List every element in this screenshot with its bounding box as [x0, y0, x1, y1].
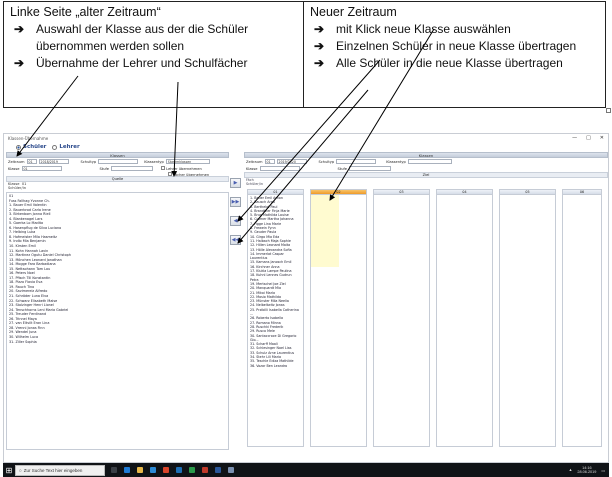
radio-icon [16, 144, 21, 150]
lehrer-uebernehmen-checkbox[interactable]: Lehrer übernehmen [160, 166, 202, 171]
arrow-right-icon: ➔ [14, 22, 25, 36]
annotation-left-item: ➔ Auswahl der Klasse aus der die Schüler … [10, 21, 297, 55]
faecher-uebernehmen-checkbox[interactable]: Fächer übernehmen [168, 171, 209, 177]
source-schultyp-select[interactable] [98, 159, 139, 164]
window-controls: — □ ✕ [572, 135, 604, 141]
taskbar-apps [111, 467, 234, 473]
transfer-all-button[interactable]: ▶▶ [230, 197, 241, 207]
arrow-right-icon: ➔ [314, 22, 325, 36]
search-icon: ○ [19, 467, 22, 473]
word-icon[interactable] [215, 467, 221, 473]
annotation-right-item: ➔ mit Klick neue Klasse auswählen [310, 21, 599, 38]
target-zeitraum-to[interactable]: 2019/2020 [276, 159, 307, 164]
double-arrow-right-icon: ▶▶ [231, 199, 240, 205]
taskbar: ⊞ ○ Zur Suche Text hier eingeben ▲ 14:16 … [3, 463, 609, 477]
annotation-left: Linke Seite „alter Zeitraum“ ➔ Auswahl de… [4, 2, 304, 107]
target-schultyp-select[interactable] [336, 159, 377, 164]
list-item[interactable]: 14. Immerlat Caspar Laurentius [250, 252, 301, 261]
source-zeitraum-to[interactable]: 2018/2019 [38, 159, 69, 164]
network-icon[interactable]: ▲ [569, 468, 573, 472]
system-tray: ▲ 14:16 28.06.2019 ▭ [569, 466, 609, 474]
transfer-back-all-button[interactable]: ◀◀ [230, 235, 241, 245]
double-arrow-left-icon: ◀◀ [231, 237, 240, 243]
app-window-icon[interactable] [228, 467, 234, 473]
clock[interactable]: 14:16 28.06.2019 [577, 466, 596, 474]
target-panel: Klassen Zeitraum 01 2019/2020 Schultyp K… [244, 152, 608, 460]
source-zeitraum-from[interactable]: 01 [26, 159, 37, 164]
windows-start-icon[interactable]: ⊞ [3, 463, 15, 477]
radio-icon [52, 144, 58, 150]
transfer-back-button[interactable]: ◀ [230, 216, 241, 226]
target-class-columns: 01 1. Bauer Emil Anton 2. Bausch Arno 3. B… [244, 189, 608, 447]
notification-icon[interactable]: ▭ [601, 468, 605, 473]
source-list-header: Klasse 01 Schüler/in [8, 182, 27, 190]
list-item[interactable]: 35. Teschle Ediza Mathilde [250, 359, 301, 363]
class-column[interactable]: 03 [373, 189, 430, 447]
edge-icon[interactable] [124, 467, 130, 473]
source-klasse-select[interactable]: 01 [21, 166, 62, 171]
close-icon[interactable]: ✕ [600, 135, 604, 141]
target-klasse-select[interactable] [259, 166, 300, 171]
explorer-icon[interactable] [137, 467, 143, 473]
checkbox-icon [160, 166, 165, 170]
source-klassentyp-select[interactable]: Stammklassen [165, 159, 210, 164]
app-window: Klassen-Übernahme — □ ✕ Schüler Lehrer K… [3, 133, 609, 463]
annotation-right-item: ➔ Alle Schüler in die neue Klasse übertra… [310, 55, 599, 72]
list-item[interactable]: 30. Santaccroce Di Gregorio Gio... [250, 334, 301, 343]
minimize-icon[interactable]: — [572, 135, 577, 141]
source-stufe-select[interactable] [110, 166, 153, 171]
arrow-right-icon: ➔ [314, 39, 325, 53]
powerpoint-icon[interactable] [202, 467, 208, 473]
class-column-selected[interactable]: 02 [310, 189, 367, 447]
list-item[interactable]: 31. Ziller Sophia [9, 340, 226, 345]
page: { "annotation": { "left": { "title": "Li… [0, 0, 612, 477]
mode-lehrer[interactable]: Lehrer [52, 144, 80, 150]
transfer-single-button[interactable]: ▶ [230, 178, 241, 188]
mode-selector: Schüler Lehrer [4, 142, 608, 152]
arrow-right-icon: ➔ [314, 56, 325, 70]
annotation-left-item: ➔ Übernahme der Lehrer und Schulfächer [10, 55, 297, 72]
target-zeitraum-from[interactable]: 01 [264, 159, 275, 164]
app-icon[interactable] [163, 467, 169, 473]
arrow-left-icon: ◀ [233, 218, 238, 224]
checkbox-icon [168, 171, 172, 176]
list-item[interactable]: 25. Przibilli Isabella Catherina ... [250, 308, 301, 317]
source-panel: Klassen Zeitraum 01 2018/2019 Schultyp K… [6, 152, 229, 460]
class-column[interactable]: 06 [562, 189, 602, 447]
mode-schueler[interactable]: Schüler [16, 144, 46, 150]
task-view-icon[interactable] [111, 467, 117, 473]
source-student-list[interactable]: 01 Fuss Fallhag Yvonne Ch. 1. Bauer Emil … [6, 192, 229, 450]
annotation-box: Linke Seite „alter Zeitraum“ ➔ Auswahl de… [3, 1, 611, 113]
window-title: Klassen-Übernahme [8, 135, 49, 141]
class-column[interactable]: 04 [436, 189, 493, 447]
transfer-buttons: ▶ ▶▶ ◀ ◀◀ [230, 178, 242, 245]
list-item[interactable]: 36. Vozar Ben Leandro [250, 364, 301, 368]
store-icon[interactable] [150, 467, 156, 473]
target-list-header: Fäch Schüler/in [246, 178, 263, 186]
annotation-right-item: ➔ Einzelnen Schüler in neue Klasse übertr… [310, 38, 599, 55]
resize-handle [606, 108, 611, 113]
maximize-icon[interactable]: □ [586, 135, 591, 141]
arrow-right-icon: ➔ [14, 56, 25, 70]
taskbar-search[interactable]: ○ Zur Suche Text hier eingeben [15, 464, 105, 476]
target-klassentyp-select[interactable] [407, 159, 452, 164]
annotation-right: Neuer Zeitraum ➔ mit Klick neue Klasse au… [304, 2, 611, 113]
class-column[interactable]: 05 [499, 189, 556, 447]
list-item[interactable]: 18. Kuhnl Lennes Gudrun Petra [250, 273, 301, 282]
target-stufe-select[interactable] [348, 166, 391, 171]
outlook-icon[interactable] [176, 467, 182, 473]
annotation-right-title: Neuer Zeitraum [310, 5, 397, 19]
excel-icon[interactable] [189, 467, 195, 473]
annotation-left-title: Linke Seite „alter Zeitraum“ [10, 5, 161, 19]
selection-highlight [311, 195, 339, 267]
arrow-right-icon: ▶ [233, 180, 238, 186]
class-column[interactable]: 01 1. Bauer Emil Anton 2. Bausch Arno 3. B… [247, 189, 304, 447]
